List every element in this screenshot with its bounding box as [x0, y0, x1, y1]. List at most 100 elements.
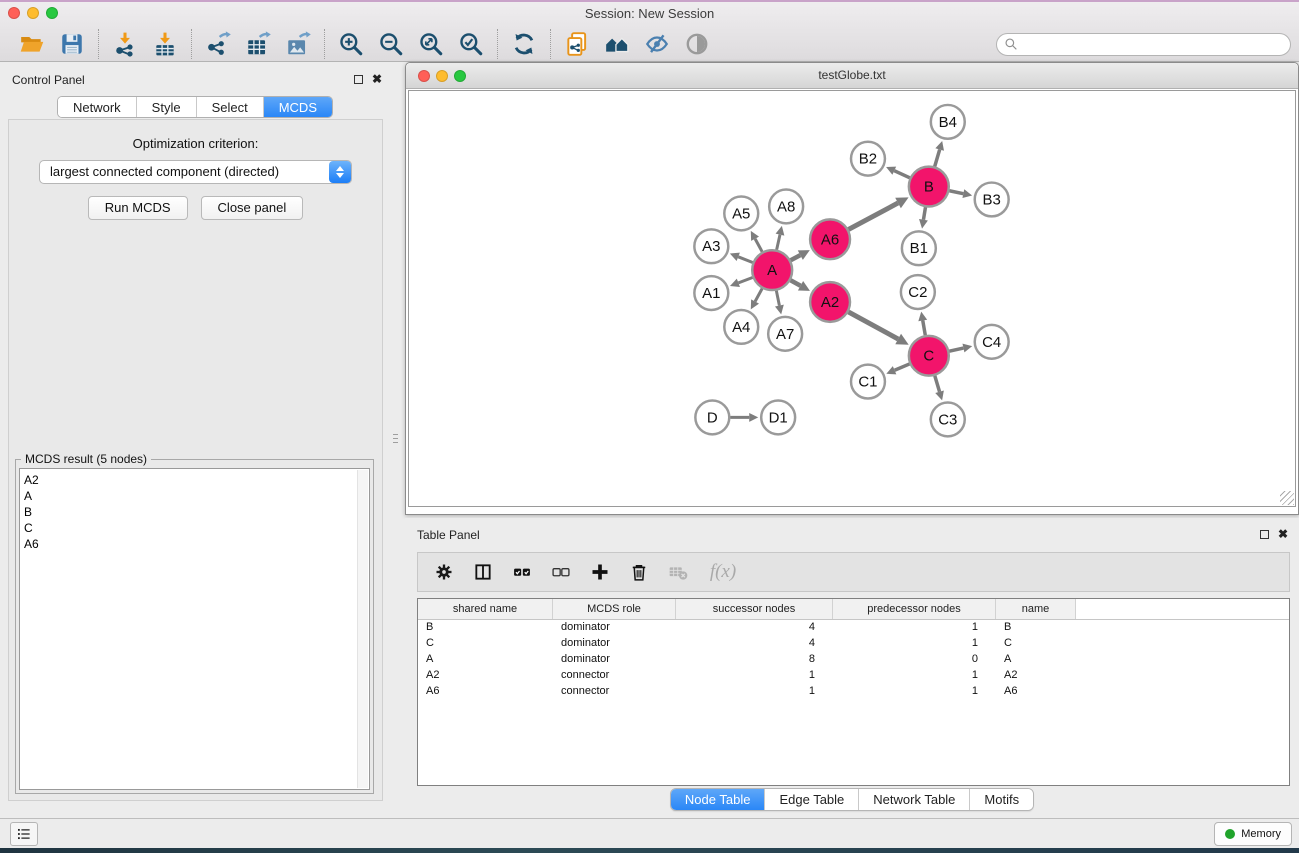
graph-node-A5[interactable]: A5	[724, 196, 758, 230]
tab-motifs[interactable]: Motifs	[970, 789, 1033, 810]
table-cell[interactable]: 1	[833, 636, 996, 652]
network-window-titlebar[interactable]: testGlobe.txt	[406, 63, 1298, 89]
columns-button[interactable]	[472, 561, 494, 583]
close-table-panel-icon[interactable]: ✖	[1278, 529, 1288, 540]
graph-edge-B-B4[interactable]	[935, 141, 944, 167]
table-cell[interactable]: 1	[833, 684, 996, 700]
graph-node-B2[interactable]: B2	[851, 142, 885, 176]
network-from-selection-button[interactable]	[557, 28, 597, 60]
float-panel-icon[interactable]	[354, 75, 363, 84]
graph-node-B3[interactable]: B3	[975, 183, 1009, 217]
table-cell[interactable]: 1	[833, 620, 996, 636]
task-history-button[interactable]	[10, 822, 38, 846]
table-cell[interactable]: B	[418, 620, 553, 636]
optimization-criterion-dropdown[interactable]: largest connected component (directed)	[39, 160, 352, 184]
graph-edge-C-C2[interactable]	[918, 312, 927, 335]
export-network-button[interactable]	[198, 28, 238, 60]
table-cell[interactable]: 0	[833, 652, 996, 668]
tab-select[interactable]: Select	[197, 97, 264, 117]
table-row[interactable]: Cdominator41C	[418, 636, 1289, 652]
table-cell[interactable]: B	[996, 620, 1076, 636]
tab-node-table[interactable]: Node Table	[671, 789, 766, 810]
tab-network-table[interactable]: Network Table	[859, 789, 970, 810]
table-cell[interactable]: A2	[996, 668, 1076, 684]
first-neighbors-button[interactable]	[597, 28, 637, 60]
mcds-result-item[interactable]: A2	[24, 472, 369, 488]
tab-network[interactable]: Network	[58, 97, 137, 117]
table-cell[interactable]: connector	[553, 668, 676, 684]
open-file-button[interactable]	[12, 28, 52, 60]
table-cell[interactable]: 4	[676, 636, 833, 652]
graph-edge-B-B1[interactable]	[919, 207, 928, 228]
graph-node-A8[interactable]: A8	[769, 190, 803, 224]
table-cell[interactable]: connector	[553, 684, 676, 700]
graph-node-C3[interactable]: C3	[931, 402, 965, 436]
tab-edge-table[interactable]: Edge Table	[765, 789, 859, 810]
table-cell[interactable]: dominator	[553, 620, 676, 636]
delete-column-trash-button[interactable]	[628, 561, 650, 583]
export-table-button[interactable]	[238, 28, 278, 60]
table-row[interactable]: Bdominator41B	[418, 620, 1289, 636]
graph-node-D1[interactable]: D1	[761, 401, 795, 435]
split-divider-grip[interactable]	[392, 424, 399, 452]
graph-edge-A2-C[interactable]	[848, 312, 908, 345]
run-mcds-button[interactable]: Run MCDS	[88, 196, 188, 220]
graph-node-A2[interactable]: A2	[810, 282, 850, 322]
graph-edge-C-C3[interactable]	[935, 376, 944, 401]
graph-edge-A6-B[interactable]	[849, 197, 909, 229]
graph-edge-A-A6[interactable]	[791, 250, 810, 260]
graph-edge-A-A5[interactable]	[751, 231, 762, 252]
graph-node-C[interactable]: C	[909, 336, 949, 376]
close-panel-icon[interactable]: ✖	[372, 74, 382, 85]
graph-edge-C-C4[interactable]	[949, 344, 972, 353]
column-header-name[interactable]: name	[996, 599, 1076, 619]
deselect-checkboxes-button[interactable]	[550, 561, 572, 583]
table-cell[interactable]: 4	[676, 620, 833, 636]
graph-node-A1[interactable]: A1	[694, 276, 728, 310]
network-close-traffic-light[interactable]	[418, 70, 430, 82]
table-cell[interactable]: A6	[996, 684, 1076, 700]
graph-edge-A-A2[interactable]	[791, 280, 810, 291]
graph-node-A[interactable]: A	[752, 250, 792, 290]
column-header-shared-name[interactable]: shared name	[418, 599, 553, 619]
refresh-view-button[interactable]	[504, 28, 544, 60]
graph-node-B1[interactable]: B1	[902, 231, 936, 265]
add-column-button[interactable]	[589, 561, 611, 583]
graph-node-A3[interactable]: A3	[694, 229, 728, 263]
table-cell[interactable]: 1	[676, 684, 833, 700]
table-cell[interactable]: A	[418, 652, 553, 668]
graph-node-C4[interactable]: C4	[975, 325, 1009, 359]
table-row[interactable]: A6connector11A6	[418, 684, 1289, 700]
graph-edge-A-A7[interactable]	[775, 291, 784, 315]
table-cell[interactable]: dominator	[553, 652, 676, 668]
graph-node-B4[interactable]: B4	[931, 105, 965, 139]
zoom-out-button[interactable]	[371, 28, 411, 60]
hide-selected-button[interactable]	[637, 28, 677, 60]
zoom-in-button[interactable]	[331, 28, 371, 60]
memory-button[interactable]: Memory	[1214, 822, 1292, 846]
table-cell[interactable]: C	[418, 636, 553, 652]
graph-node-B[interactable]: B	[909, 167, 949, 207]
mcds-result-item[interactable]: B	[24, 504, 369, 520]
network-minimize-traffic-light[interactable]	[436, 70, 448, 82]
export-image-button[interactable]	[278, 28, 318, 60]
network-canvas[interactable]: B4B2BB3A5A8A6B1A3AC2A1A2A4A7C4CC1C3DD1	[408, 90, 1296, 507]
graph-node-C1[interactable]: C1	[851, 365, 885, 399]
tab-mcds[interactable]: MCDS	[264, 97, 332, 117]
network-zoom-traffic-light[interactable]	[454, 70, 466, 82]
select-all-checkboxes-button[interactable]	[511, 561, 533, 583]
import-network-button[interactable]	[105, 28, 145, 60]
mcds-result-item[interactable]: A6	[24, 536, 369, 552]
float-table-panel-icon[interactable]	[1260, 530, 1269, 539]
search-input[interactable]	[996, 33, 1291, 56]
close-panel-button[interactable]: Close panel	[201, 196, 304, 220]
graph-edge-C-C1[interactable]	[886, 364, 909, 374]
graph-node-A7[interactable]: A7	[768, 317, 802, 351]
graph-edge-A-A4[interactable]	[751, 288, 762, 309]
table-cell[interactable]: A	[996, 652, 1076, 668]
import-table-button[interactable]	[145, 28, 185, 60]
column-header-predecessor-nodes[interactable]: predecessor nodes	[833, 599, 996, 619]
graph-edge-A-A1[interactable]	[730, 278, 753, 288]
mcds-result-item[interactable]: A	[24, 488, 369, 504]
table-cell[interactable]: 8	[676, 652, 833, 668]
